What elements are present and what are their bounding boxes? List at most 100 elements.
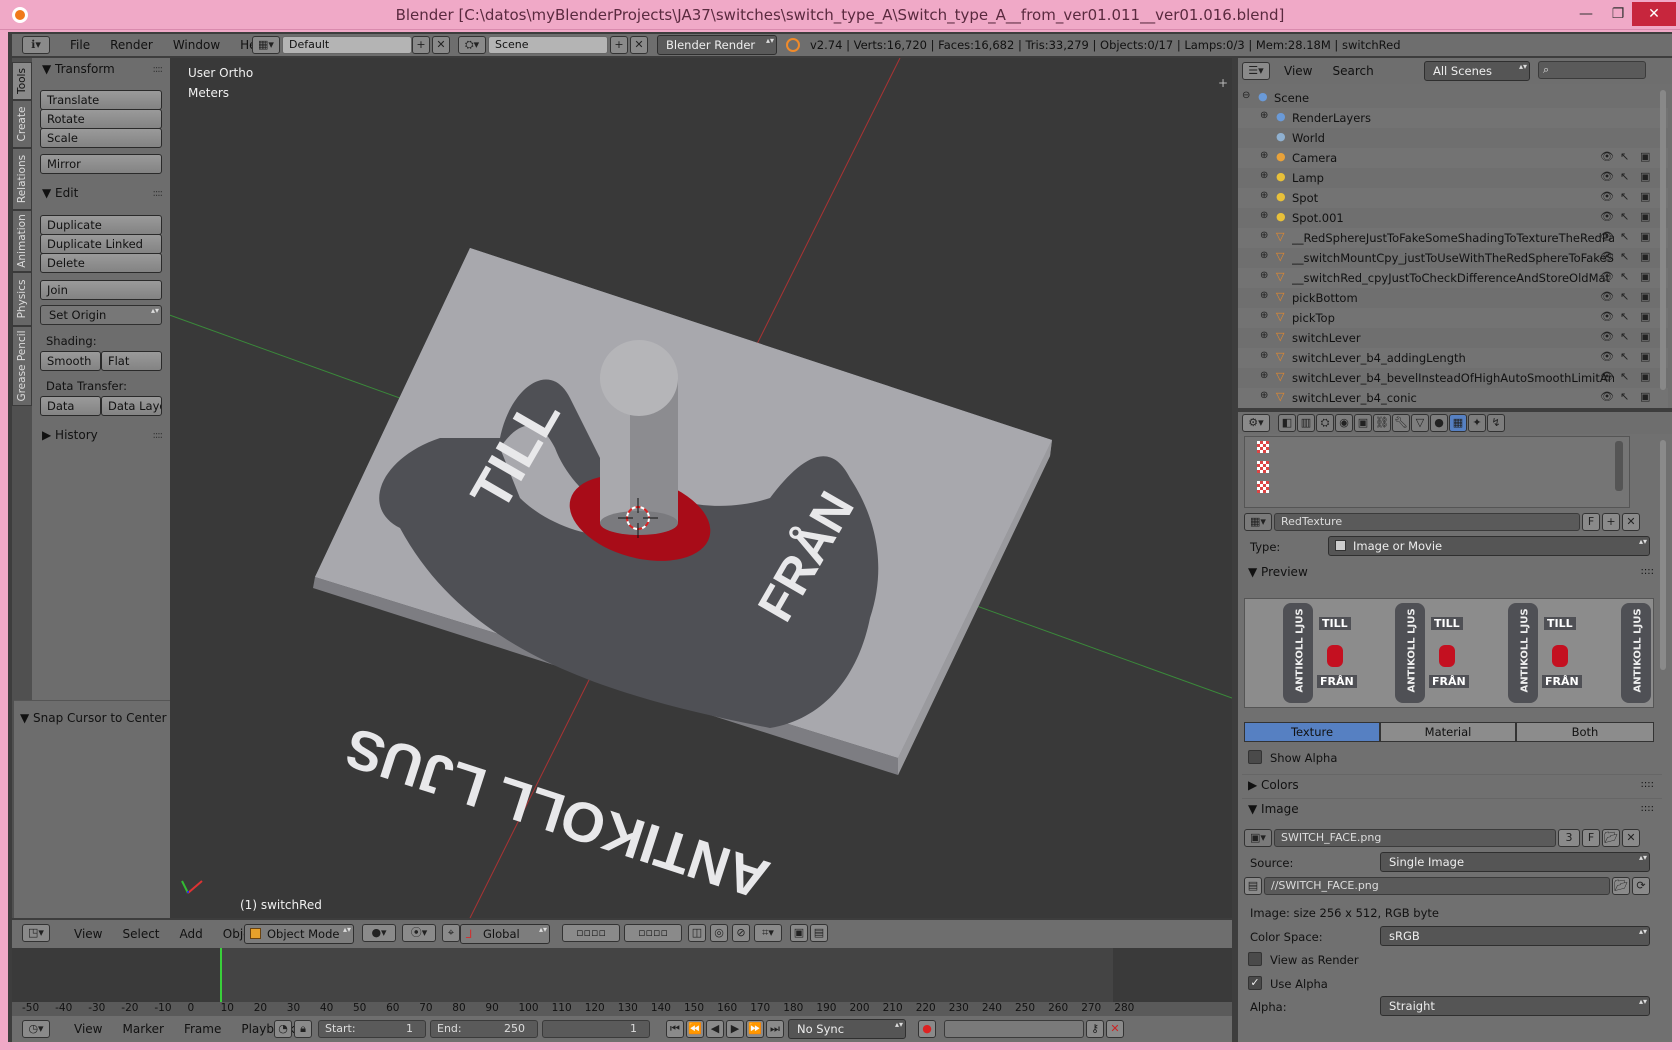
- duplicate-button[interactable]: Duplicate: [40, 215, 162, 235]
- outliner-item-label[interactable]: switchLever_b4_bevelInsteadOfHighAutoSmo…: [1292, 371, 1614, 385]
- scale-button[interactable]: Scale: [40, 128, 162, 148]
- menu-render[interactable]: Render: [100, 38, 163, 52]
- cursor-select-icon[interactable]: ↖: [1620, 150, 1629, 163]
- colors-panel-header[interactable]: ▶ Colors::::: [1242, 774, 1662, 794]
- tab-create[interactable]: Create: [12, 100, 32, 148]
- use-preview-range-icon[interactable]: ◔: [274, 1020, 292, 1038]
- unlink-texture-icon[interactable]: ✕: [1622, 513, 1640, 531]
- outliner-row[interactable]: ⊕ ▽ pickTop 👁︎ ↖ ▣: [1238, 308, 1668, 328]
- expand-icon[interactable]: ⊕: [1260, 310, 1268, 321]
- eye-icon[interactable]: 👁︎: [1600, 150, 1614, 163]
- outliner-item-label[interactable]: __RedSphereJustToFakeSomeShadingToTextur…: [1292, 231, 1614, 245]
- screen-layout-field[interactable]: Default: [282, 36, 412, 54]
- cursor-select-icon[interactable]: ↖: [1620, 250, 1629, 263]
- eye-icon[interactable]: 👁︎: [1600, 330, 1614, 343]
- cursor-select-icon[interactable]: ↖: [1620, 190, 1629, 203]
- render-toggle-icon[interactable]: ▣: [1640, 330, 1650, 343]
- outliner-item-label[interactable]: pickBottom: [1292, 291, 1358, 305]
- translate-button[interactable]: Translate: [40, 90, 162, 110]
- render-tab-icon[interactable]: ◧: [1278, 414, 1296, 432]
- next-keyframe-icon[interactable]: ⏩: [746, 1020, 764, 1038]
- menu-file[interactable]: File: [60, 38, 100, 52]
- scene-tab-icon[interactable]: ⛭: [1316, 414, 1334, 432]
- end-frame-field[interactable]: End: 250: [430, 1020, 538, 1038]
- tab-grease-pencil[interactable]: Grease Pencil: [12, 326, 32, 406]
- render-toggle-icon[interactable]: ▣: [1640, 270, 1650, 283]
- layers-grid-icon[interactable]: ▫▫▫▫: [562, 924, 620, 942]
- eye-icon[interactable]: 👁︎: [1600, 170, 1614, 183]
- render-toggle-icon[interactable]: ▣: [1640, 210, 1650, 223]
- render-toggle-icon[interactable]: ▣: [1640, 250, 1650, 263]
- eye-icon[interactable]: 👁︎: [1600, 270, 1614, 283]
- menu-add[interactable]: Add: [170, 927, 213, 941]
- material-tab-icon[interactable]: ●: [1430, 414, 1448, 432]
- source-dropdown[interactable]: Single Image: [1380, 852, 1650, 872]
- snap-element-icon[interactable]: ⌗▾: [754, 924, 782, 942]
- viewport-editor-type-icon[interactable]: ◳▾: [22, 924, 50, 942]
- render-toggle-icon[interactable]: ▣: [1640, 150, 1650, 163]
- edit-panel-header[interactable]: ▼ Edit: [42, 186, 78, 200]
- close-icon[interactable]: ✕: [1632, 2, 1676, 26]
- particles-tab-icon[interactable]: ✦: [1468, 414, 1486, 432]
- show-alpha-checkbox[interactable]: [1248, 750, 1262, 764]
- cursor-select-icon[interactable]: ↖: [1620, 310, 1629, 323]
- flat-button[interactable]: Flat: [101, 351, 162, 371]
- render-still-icon[interactable]: ▣: [790, 924, 808, 942]
- expand-icon[interactable]: ⊕: [1260, 210, 1268, 221]
- outliner-item-label[interactable]: Spot: [1292, 191, 1318, 205]
- cursor-select-icon[interactable]: ↖: [1620, 330, 1629, 343]
- outliner-row[interactable]: ⊕ ● Spot.001 👁︎ ↖ ▣: [1238, 208, 1668, 228]
- join-button[interactable]: Join: [40, 280, 162, 300]
- texture-tab-icon[interactable]: ▦: [1449, 414, 1467, 432]
- outliner-row[interactable]: ⊕ ▽ __switchMountCpy_justToUseWithTheRedSp…: [1238, 248, 1668, 268]
- outliner-row[interactable]: ⊕ ● Lamp 👁︎ ↖ ▣: [1238, 168, 1668, 188]
- cursor-select-icon[interactable]: ↖: [1620, 170, 1629, 183]
- outliner-row[interactable]: ⊕ ▽ __RedSphereJustToFakeSomeShadingToText…: [1238, 228, 1668, 248]
- use-alpha-checkbox[interactable]: ✓: [1248, 976, 1262, 990]
- scene-field[interactable]: Scene: [488, 36, 608, 54]
- expand-icon[interactable]: ⊕: [1260, 270, 1268, 281]
- unlink-image-icon[interactable]: ✕: [1622, 829, 1640, 847]
- cursor-select-icon[interactable]: ↖: [1620, 390, 1629, 403]
- timeline-area[interactable]: -50 -40 -30 -20 -10 0 10 20 30 40 50 60 70 80 90 100 110…: [12, 948, 1232, 1016]
- preview-panel-header[interactable]: ▼ Preview::::: [1242, 562, 1662, 582]
- cursor-select-icon[interactable]: ↖: [1620, 210, 1629, 223]
- texture-slot-icon[interactable]: [1257, 481, 1269, 493]
- 3d-viewport[interactable]: TILL FRÅN ANTIKOLL LJUS User Ortho Meter…: [170, 58, 1232, 918]
- manipulator-icon[interactable]: ⌖: [442, 924, 460, 942]
- viewport-corner-plus-icon[interactable]: +: [1218, 76, 1228, 90]
- viewport-scene[interactable]: TILL FRÅN ANTIKOLL LJUS: [170, 58, 1232, 918]
- expand-icon[interactable]: ⊕: [1260, 150, 1268, 161]
- menu-tl-view[interactable]: View: [64, 1022, 112, 1036]
- render-anim-icon[interactable]: ▤: [810, 924, 828, 942]
- eye-icon[interactable]: 👁︎: [1600, 250, 1614, 263]
- data-transfer-button[interactable]: Data: [40, 396, 101, 416]
- outliner-scrollbar[interactable]: [1660, 84, 1668, 404]
- texture-name-field[interactable]: RedTexture: [1274, 513, 1580, 531]
- outliner-row[interactable]: ⊕ ▽ pickBottom 👁︎ ↖ ▣: [1238, 288, 1668, 308]
- physics-tab-icon[interactable]: ↯: [1487, 414, 1505, 432]
- expand-icon[interactable]: ⊕: [1260, 230, 1268, 241]
- outliner-row[interactable]: ⊕ ▽ switchLever_b4_addingLength 👁︎ ↖ ▣: [1238, 348, 1668, 368]
- new-texture-icon[interactable]: +: [1602, 513, 1620, 531]
- outliner-row[interactable]: ⊕ ▽ switchLever_b4_conic 👁︎ ↖ ▣: [1238, 388, 1668, 408]
- outliner-item-label[interactable]: pickTop: [1292, 311, 1335, 325]
- outliner-row[interactable]: ⊖ ● Scene: [1238, 88, 1668, 108]
- image-panel-header[interactable]: ▼ Image::::: [1242, 798, 1662, 818]
- insert-keyframe-icon[interactable]: ⚷: [1086, 1020, 1104, 1038]
- render-toggle-icon[interactable]: ▣: [1640, 370, 1650, 383]
- cursor-select-icon[interactable]: ↖: [1620, 370, 1629, 383]
- editor-type-icon[interactable]: ℹ▾: [22, 36, 50, 54]
- render-toggle-icon[interactable]: ▣: [1640, 170, 1650, 183]
- remove-scene-icon[interactable]: ✕: [630, 36, 648, 54]
- cursor-select-icon[interactable]: ↖: [1620, 350, 1629, 363]
- outliner-row[interactable]: ⊕ ● RenderLayers: [1238, 108, 1668, 128]
- outliner-search-input[interactable]: ⌕: [1538, 61, 1646, 79]
- texture-slot-icon[interactable]: [1257, 461, 1269, 473]
- color-space-dropdown[interactable]: sRGB: [1380, 926, 1650, 946]
- scene-icon[interactable]: ⛭▾: [458, 36, 486, 54]
- outliner-item-label[interactable]: __switchRed_cpyJustToCheckDifferenceAndS…: [1292, 271, 1610, 285]
- expand-icon[interactable]: ⊕: [1260, 110, 1268, 121]
- data-layout-button[interactable]: Data Layo: [101, 396, 162, 416]
- menu-outliner-search[interactable]: Search: [1322, 64, 1383, 78]
